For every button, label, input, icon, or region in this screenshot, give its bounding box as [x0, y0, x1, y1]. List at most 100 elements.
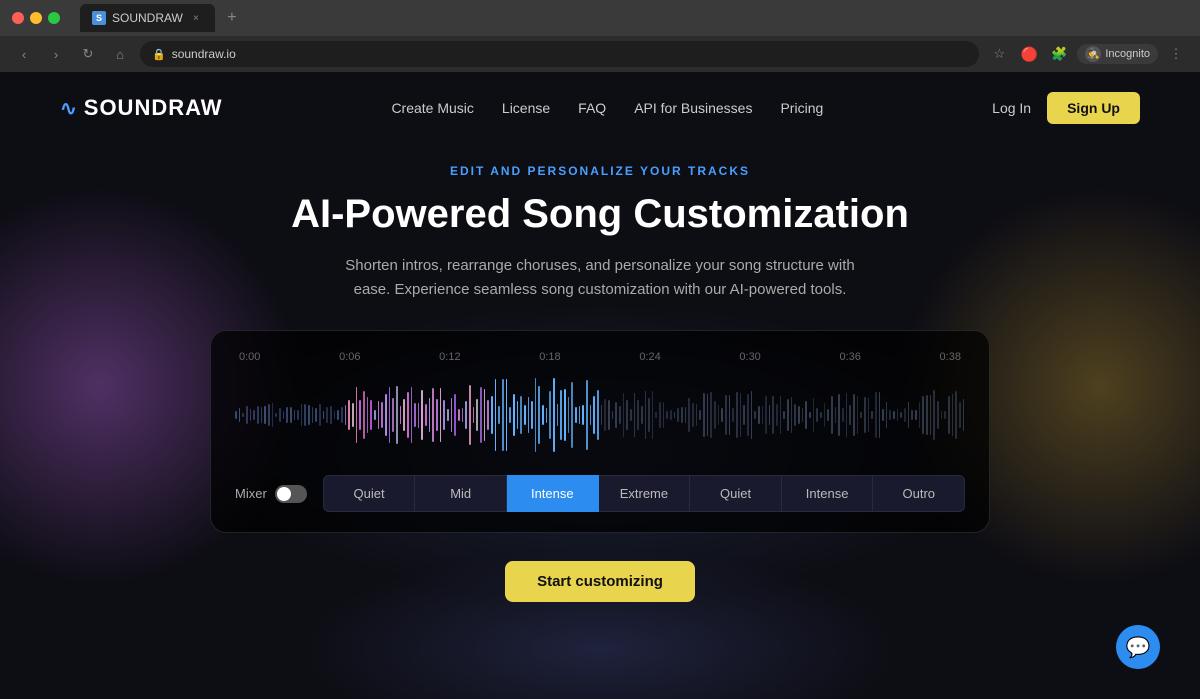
waveform-bar [451, 398, 453, 432]
waveform-bar [875, 392, 877, 439]
nav-link-license[interactable]: License [502, 100, 550, 116]
waveform-bar [443, 400, 445, 430]
segment-intense-1[interactable]: Intense [507, 475, 599, 512]
segment-quiet-1[interactable]: Quiet [323, 475, 416, 512]
segment-outro[interactable]: Outro [873, 475, 965, 512]
active-tab[interactable]: S SOUNDRAW × [80, 4, 215, 32]
minimize-window-button[interactable] [30, 12, 42, 24]
back-button[interactable]: ‹ [12, 42, 36, 66]
segment-mid[interactable]: Mid [415, 475, 507, 512]
incognito-icon: 🕵 [1085, 46, 1101, 62]
hero-section: EDIT AND PERSONALIZE YOUR TRACKS AI-Powe… [0, 144, 1200, 302]
segment-quiet-2[interactable]: Quiet [690, 475, 782, 512]
nav-link-faq[interactable]: FAQ [578, 100, 606, 116]
waveform-bar [718, 405, 720, 425]
nav-link-create-music[interactable]: Create Music [391, 100, 473, 116]
waveform-bar [604, 399, 606, 431]
mixer-toggle[interactable] [275, 485, 307, 503]
extension-button[interactable]: 🔴 [1017, 42, 1041, 66]
waveform-bar [952, 394, 954, 435]
waveform-bar [476, 399, 478, 432]
waveform-bar [531, 401, 533, 430]
extensions-button[interactable]: 🧩 [1047, 42, 1071, 66]
segment-intense-2[interactable]: Intense [782, 475, 874, 512]
waveform-bar [751, 391, 753, 438]
time-mark-0: 0:00 [239, 351, 260, 363]
waveform-bar [831, 396, 833, 435]
waveform-bar [297, 410, 299, 421]
waveform-bar [301, 404, 303, 427]
waveform-bar [721, 408, 723, 422]
waveform-bar [820, 412, 822, 418]
login-button[interactable]: Log In [992, 100, 1031, 116]
url-display: soundraw.io [172, 47, 236, 61]
waveform-bar [506, 379, 508, 451]
waveform-bar [864, 397, 866, 434]
cta-area: Start customizing [0, 561, 1200, 602]
close-window-button[interactable] [12, 12, 24, 24]
waveform-bar [637, 400, 639, 430]
waveform-bar [853, 394, 855, 436]
forward-button[interactable]: › [44, 42, 68, 66]
waveform-bar [392, 398, 394, 432]
logo-wave-icon: ∿ [60, 96, 78, 121]
waveform-bar [352, 403, 354, 427]
waveform-display[interactable] [235, 375, 965, 455]
waveform-bar [798, 406, 800, 424]
tab-close-button[interactable]: × [189, 11, 203, 25]
waveform-bar [729, 395, 731, 435]
waveform-bar [685, 407, 687, 423]
more-options-button[interactable]: ⋮ [1164, 42, 1188, 66]
refresh-button[interactable]: ↻ [76, 42, 100, 66]
bookmark-button[interactable]: ☆ [987, 42, 1011, 66]
waveform-bar [740, 393, 742, 437]
waveform-bar [564, 389, 566, 441]
traffic-lights [12, 12, 60, 24]
signup-button[interactable]: Sign Up [1047, 92, 1140, 124]
waveform-bar [239, 408, 241, 421]
waveform-bar [743, 405, 745, 424]
waveform-bar [648, 398, 650, 433]
waveform-bar [948, 396, 950, 434]
waveform-bar [571, 382, 573, 448]
waveform-bar [396, 386, 398, 444]
waveform-bar [842, 408, 844, 421]
waveform-bar [893, 411, 895, 418]
maximize-window-button[interactable] [48, 12, 60, 24]
waveform-bar [513, 394, 515, 436]
waveform-bar [959, 402, 961, 429]
waveform-bar [235, 411, 237, 419]
waveform-bar [421, 390, 423, 440]
waveform-bar [732, 408, 734, 422]
home-button[interactable]: ⌂ [108, 42, 132, 66]
chat-bubble-button[interactable]: 💬 [1116, 625, 1160, 669]
waveform-bar [813, 398, 815, 433]
waveform-bar [816, 408, 818, 422]
waveform-bar [348, 400, 350, 429]
waveform-bar [491, 396, 493, 433]
start-customizing-button[interactable]: Start customizing [505, 561, 695, 602]
waveform-bar [487, 400, 489, 430]
segment-extreme[interactable]: Extreme [599, 475, 691, 512]
waveform-bar [937, 401, 939, 428]
nav-link-api[interactable]: API for Businesses [634, 100, 752, 116]
waveform-bar [692, 403, 694, 427]
waveform-bar [582, 405, 584, 425]
waveform-bar [696, 404, 698, 426]
waveform-bar [608, 400, 610, 431]
nav-actions: ☆ 🔴 🧩 🕵 Incognito ⋮ [987, 42, 1188, 66]
waveform-bar [765, 396, 767, 435]
waveform-bar [707, 394, 709, 436]
new-tab-button[interactable]: + [219, 5, 245, 31]
address-bar[interactable]: 🔒 soundraw.io [140, 41, 979, 67]
waveform-bar [345, 405, 347, 425]
waveform-bar [553, 378, 555, 452]
waveform-bar [670, 410, 672, 421]
nav-link-pricing[interactable]: Pricing [780, 100, 823, 116]
segment-controls: Mixer Quiet Mid Intense Extreme Quiet In… [235, 475, 965, 512]
website: ∿ SOUNDRAW Create Music License FAQ API … [0, 72, 1200, 699]
time-mark-5: 0:30 [739, 351, 760, 363]
waveform-bar [955, 391, 957, 439]
waveform-bar [827, 409, 829, 420]
waveform-bar [432, 388, 434, 441]
